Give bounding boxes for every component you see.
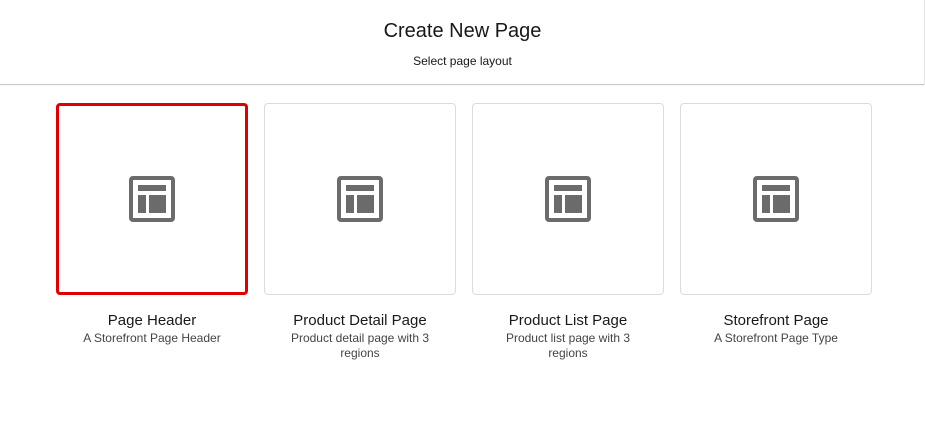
- layout-option-product-list[interactable]: Product List Page Product list page with…: [472, 103, 664, 361]
- layout-tile[interactable]: [264, 103, 456, 295]
- create-page-dialog: Create New Page Select page layout Page …: [0, 0, 925, 434]
- layout-description: Product list page with 3 regions: [505, 331, 631, 360]
- layout-label: Product Detail Page: [293, 312, 427, 329]
- layout-option-storefront[interactable]: Storefront Page A Storefront Page Type: [680, 103, 872, 346]
- layout-label: Page Header: [107, 312, 197, 329]
- layout-description: A Storefront Page Type: [714, 331, 838, 345]
- layout-option-product-detail[interactable]: Product Detail Page Product detail page …: [264, 103, 456, 361]
- page-layout-icon: [753, 176, 799, 222]
- layout-description: A Storefront Page Header: [83, 331, 221, 345]
- layout-tile[interactable]: [56, 103, 248, 295]
- page-layout-icon: [545, 176, 591, 222]
- page-layout-icon: [129, 176, 175, 222]
- dialog-title: Create New Page: [383, 20, 542, 42]
- layout-option-page-header[interactable]: Page Header A Storefront Page Header: [56, 103, 248, 346]
- layout-tile[interactable]: [680, 103, 872, 295]
- dialog-header: Create New Page Select page layout: [0, 0, 925, 85]
- page-layout-icon: [337, 176, 383, 222]
- layout-tile[interactable]: [472, 103, 664, 295]
- layout-label: Storefront Page: [723, 312, 829, 329]
- layout-label: Product List Page: [508, 312, 628, 329]
- layout-description: Product detail page with 3 regions: [290, 331, 430, 360]
- dialog-subtitle: Select page layout: [413, 54, 512, 68]
